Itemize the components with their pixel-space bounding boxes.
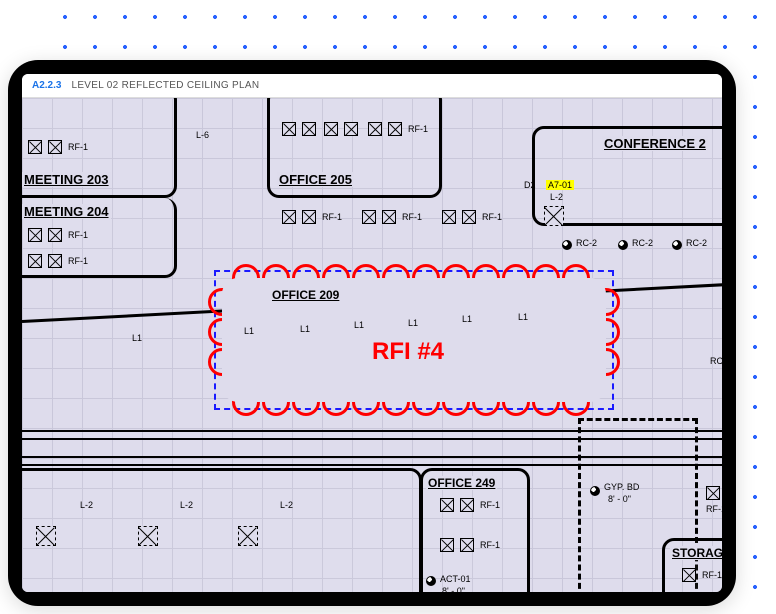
label-rf1: RF-1: [402, 212, 422, 222]
label-l6: L-6: [196, 130, 209, 140]
fixture-box: [460, 538, 474, 552]
fixture-box: [48, 140, 62, 154]
room-label-storage: STORAG: [670, 546, 722, 560]
fixture-box: [28, 228, 42, 242]
label-l1: L1: [132, 333, 142, 343]
callout-l2: L-2: [550, 192, 563, 202]
label-act01: ACT-01: [440, 574, 471, 584]
label-rf1: RF-1: [322, 212, 342, 222]
label-l2: L-2: [180, 500, 193, 510]
rfi-label[interactable]: RFI #4: [372, 338, 444, 366]
label-act-dim: 8' - 0": [442, 586, 465, 592]
callout-d2: D2: [524, 180, 536, 190]
label-rf1: RF-1: [480, 540, 500, 550]
room-label-meeting-203: MEETING 203: [22, 172, 111, 187]
fixture-box: [28, 254, 42, 268]
drawing-canvas[interactable]: MEETING 203 RF-1 MEETING 204 RF-1 RF-1 L…: [22, 98, 722, 592]
label-rf1: RF-1: [482, 212, 502, 222]
label-l2: L-2: [280, 500, 293, 510]
fixture-box-dashed: [36, 526, 56, 546]
label-rc: RC: [710, 356, 722, 366]
callout-a7-01: A7-01: [546, 180, 574, 190]
fixture-box: [362, 210, 376, 224]
label-l1: L1: [354, 320, 364, 330]
room-label-office-209: OFFICE 209: [270, 288, 341, 302]
fixture-box: [302, 210, 316, 224]
fixture-box: [440, 538, 454, 552]
label-rf1: RF-1: [408, 124, 428, 134]
fixture-box-dashed: [544, 206, 564, 226]
fixture-box: [282, 122, 296, 136]
fixture-box: [442, 210, 456, 224]
fixture-box: [324, 122, 338, 136]
fixture-box: [382, 210, 396, 224]
label-gyp-bd: GYP. BD: [604, 482, 639, 492]
fixture-box: [48, 228, 62, 242]
fixture-box: [706, 486, 720, 500]
fixture-box: [368, 122, 382, 136]
fixture-box: [462, 210, 476, 224]
label-l1: L1: [300, 324, 310, 334]
room-label-meeting-204: MEETING 204: [22, 204, 111, 219]
label-l1: L1: [408, 318, 418, 328]
fixture-box: [460, 498, 474, 512]
room-label-conference: CONFERENCE 2: [602, 136, 708, 151]
room-label-office-205: OFFICE 205: [277, 172, 354, 187]
fixture-box: [282, 210, 296, 224]
label-rf1: RF-1: [68, 142, 88, 152]
label-rc2: RC-2: [686, 238, 707, 248]
fixture-box-dashed: [238, 526, 258, 546]
label-l1: L1: [518, 312, 528, 322]
label-rf1: RF-1: [706, 504, 722, 514]
label-rf1: RF-1: [68, 256, 88, 266]
fixture-box-dashed: [138, 526, 158, 546]
tablet-device-frame: A2.2.3 LEVEL 02 REFLECTED CEILING PLAN M…: [8, 60, 736, 606]
room-lower-left: [22, 468, 422, 592]
label-l1: L1: [462, 314, 472, 324]
fixture-box: [48, 254, 62, 268]
label-rc2: RC-2: [576, 238, 597, 248]
light-gyp: [590, 486, 600, 496]
light: [426, 576, 436, 586]
fixture-box: [344, 122, 358, 136]
sheet-header: A2.2.3 LEVEL 02 REFLECTED CEILING PLAN: [22, 74, 722, 98]
label-l1: L1: [244, 326, 254, 336]
fixture-box: [28, 140, 42, 154]
label-rf1: RF-1: [68, 230, 88, 240]
sheet-title: LEVEL 02 REFLECTED CEILING PLAN: [71, 80, 259, 91]
light-rc2: [618, 240, 628, 250]
label-rc2: RC-2: [632, 238, 653, 248]
light-rc2: [562, 240, 572, 250]
label-rf1: RF-1: [702, 570, 722, 580]
fixture-box: [388, 122, 402, 136]
label-rf1: RF-1: [480, 500, 500, 510]
label-l2: L-2: [80, 500, 93, 510]
fixture-box: [440, 498, 454, 512]
sheet-id[interactable]: A2.2.3: [32, 80, 61, 91]
light-rc2: [672, 240, 682, 250]
room-label-office-249: OFFICE 249: [426, 476, 497, 490]
fixture-box: [302, 122, 316, 136]
label-gyp-dim: 8' - 0": [608, 494, 631, 504]
fixture-box: [682, 568, 696, 582]
tablet-screen: A2.2.3 LEVEL 02 REFLECTED CEILING PLAN M…: [22, 74, 722, 592]
